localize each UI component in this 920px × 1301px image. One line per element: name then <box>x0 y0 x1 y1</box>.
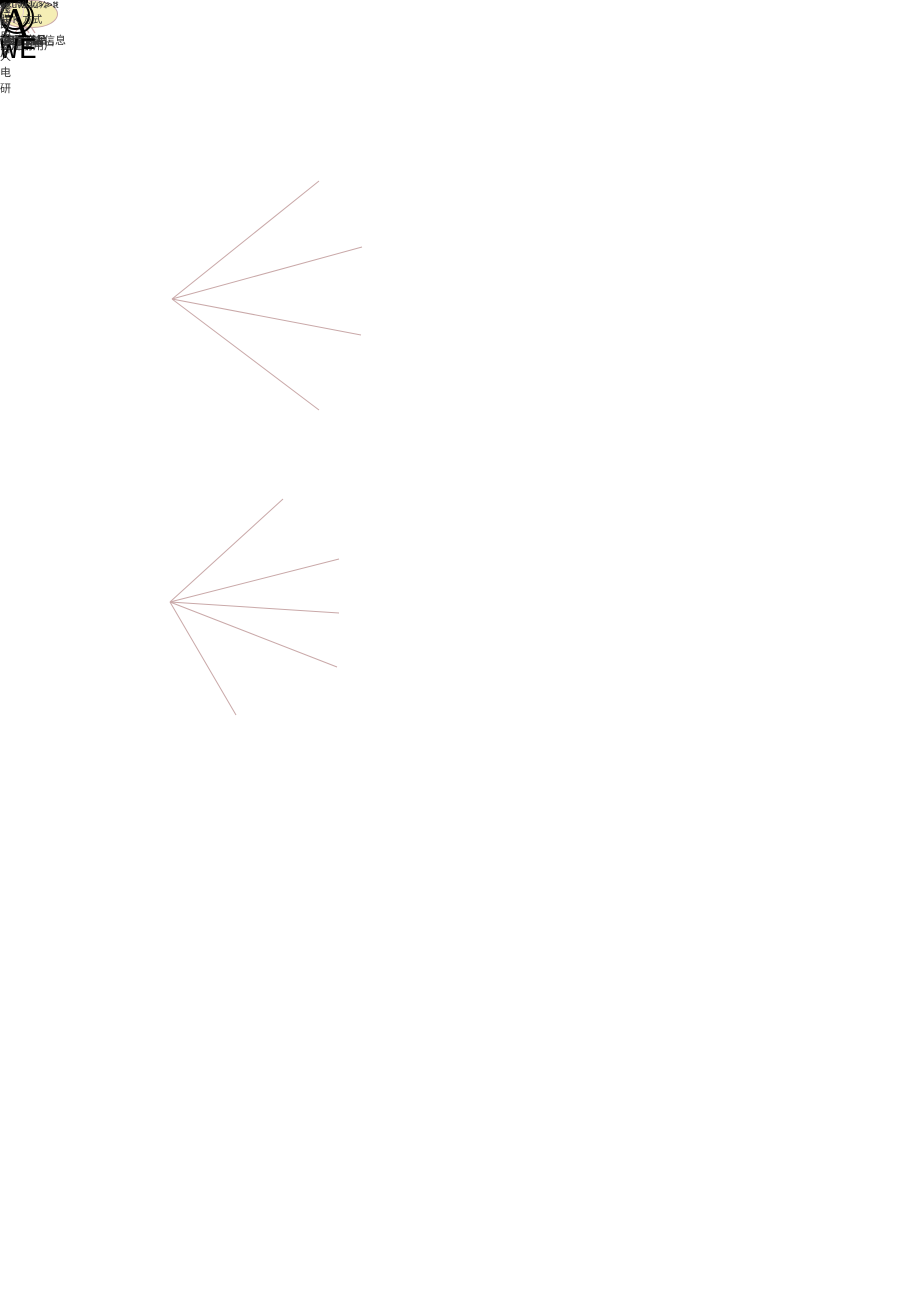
note-text: 修改个人电研 <box>0 0 11 96</box>
